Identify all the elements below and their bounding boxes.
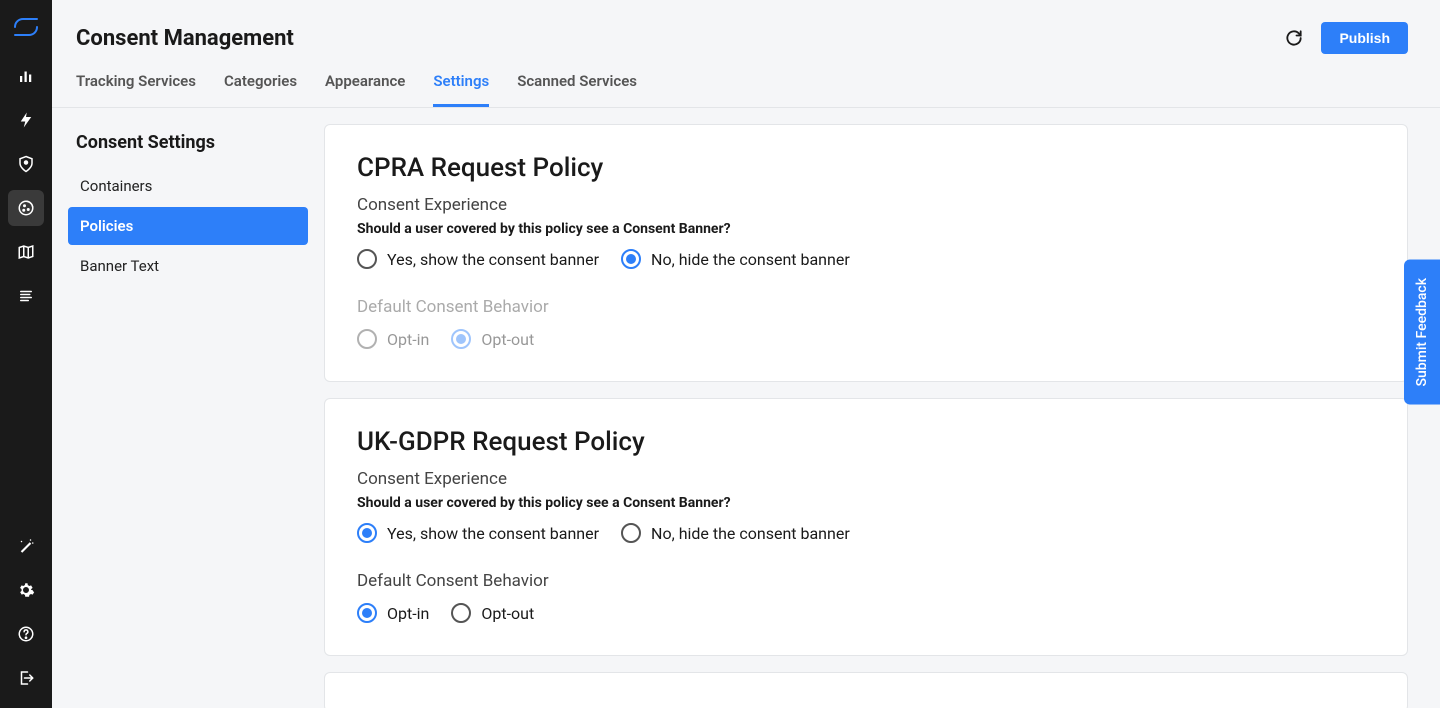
behavior-optout-radio: Opt-out (451, 329, 534, 349)
policy-card: UK-GDPR Request Policy Consent Experience… (324, 398, 1408, 656)
banner-question: Should a user covered by this policy see… (357, 495, 1375, 511)
radio-label: Yes, show the consent banner (387, 250, 599, 269)
policy-title: CPRA Request Policy (357, 153, 1375, 183)
tab-tracking-services[interactable]: Tracking Services (76, 72, 196, 107)
radio-circle-icon (357, 329, 377, 349)
banner-no-radio[interactable]: No, hide the consent banner (621, 523, 850, 543)
nav-list-icon[interactable] (8, 278, 44, 314)
banner-yes-radio[interactable]: Yes, show the consent banner (357, 249, 599, 269)
nav-consent-icon[interactable] (8, 190, 44, 226)
radio-label: Opt-in (387, 604, 429, 623)
header-tabs: Tracking Services Categories Appearance Set… (76, 72, 1408, 107)
nav-map-icon[interactable] (8, 234, 44, 270)
behavior-optout-radio[interactable]: Opt-out (451, 603, 534, 623)
radio-circle-icon (451, 329, 471, 349)
sidebar-item-policies[interactable]: Policies (68, 207, 308, 245)
radio-circle-icon (357, 249, 377, 269)
policy-title: UK-GDPR Request Policy (357, 427, 1375, 457)
page-title: Consent Management (76, 26, 294, 51)
banner-radio-group: Yes, show the consent banner No, hide the… (357, 523, 1375, 543)
page-header: Consent Management Publish Tracking Serv… (52, 0, 1440, 108)
radio-label: Opt-in (387, 330, 429, 349)
nav-wand-icon[interactable] (8, 528, 44, 564)
sidebar-heading: Consent Settings (76, 132, 308, 153)
submit-feedback-tab[interactable]: Submit Feedback (1404, 260, 1440, 405)
nav-logout-icon[interactable] (8, 660, 44, 696)
radio-label: Yes, show the consent banner (387, 524, 599, 543)
policy-card-placeholder (324, 672, 1408, 708)
radio-label: No, hide the consent banner (651, 250, 850, 269)
tab-settings[interactable]: Settings (433, 72, 489, 107)
behavior-radio-group: Opt-in Opt-out (357, 329, 1375, 349)
banner-yes-radio[interactable]: Yes, show the consent banner (357, 523, 599, 543)
brand-logo (14, 18, 38, 40)
radio-circle-icon (621, 523, 641, 543)
banner-no-radio[interactable]: No, hide the consent banner (621, 249, 850, 269)
tab-appearance[interactable]: Appearance (325, 72, 405, 107)
banner-radio-group: Yes, show the consent banner No, hide the… (357, 249, 1375, 269)
behavior-optin-radio[interactable]: Opt-in (357, 603, 429, 623)
radio-circle-icon (357, 523, 377, 543)
nav-settings-icon[interactable] (8, 572, 44, 608)
radio-circle-icon (357, 603, 377, 623)
refresh-button[interactable] (1283, 27, 1305, 49)
nav-shield-icon[interactable] (8, 146, 44, 182)
nav-help-icon[interactable] (8, 616, 44, 652)
sidebar-item-containers[interactable]: Containers (68, 167, 308, 205)
radio-label: Opt-out (481, 330, 534, 349)
radio-label: No, hide the consent banner (651, 524, 850, 543)
tab-categories[interactable]: Categories (224, 72, 297, 107)
policy-card: CPRA Request Policy Consent Experience Sho… (324, 124, 1408, 382)
nav-analytics-icon[interactable] (8, 58, 44, 94)
default-behavior-label: Default Consent Behavior (357, 297, 1375, 317)
tab-scanned-services[interactable]: Scanned Services (517, 72, 637, 107)
consent-experience-label: Consent Experience (357, 469, 1375, 489)
banner-question: Should a user covered by this policy see… (357, 221, 1375, 237)
sidebar-item-banner-text[interactable]: Banner Text (68, 247, 308, 285)
default-behavior-label: Default Consent Behavior (357, 571, 1375, 591)
publish-button[interactable]: Publish (1321, 22, 1408, 54)
radio-circle-icon (621, 249, 641, 269)
content-area: CPRA Request Policy Consent Experience Sho… (324, 108, 1440, 708)
radio-circle-icon (451, 603, 471, 623)
settings-sidebar: Consent Settings ContainersPoliciesBanne… (52, 108, 324, 708)
nav-rail (0, 0, 52, 708)
nav-bolt-icon[interactable] (8, 102, 44, 138)
radio-label: Opt-out (481, 604, 534, 623)
consent-experience-label: Consent Experience (357, 195, 1375, 215)
behavior-optin-radio: Opt-in (357, 329, 429, 349)
behavior-radio-group: Opt-in Opt-out (357, 603, 1375, 623)
